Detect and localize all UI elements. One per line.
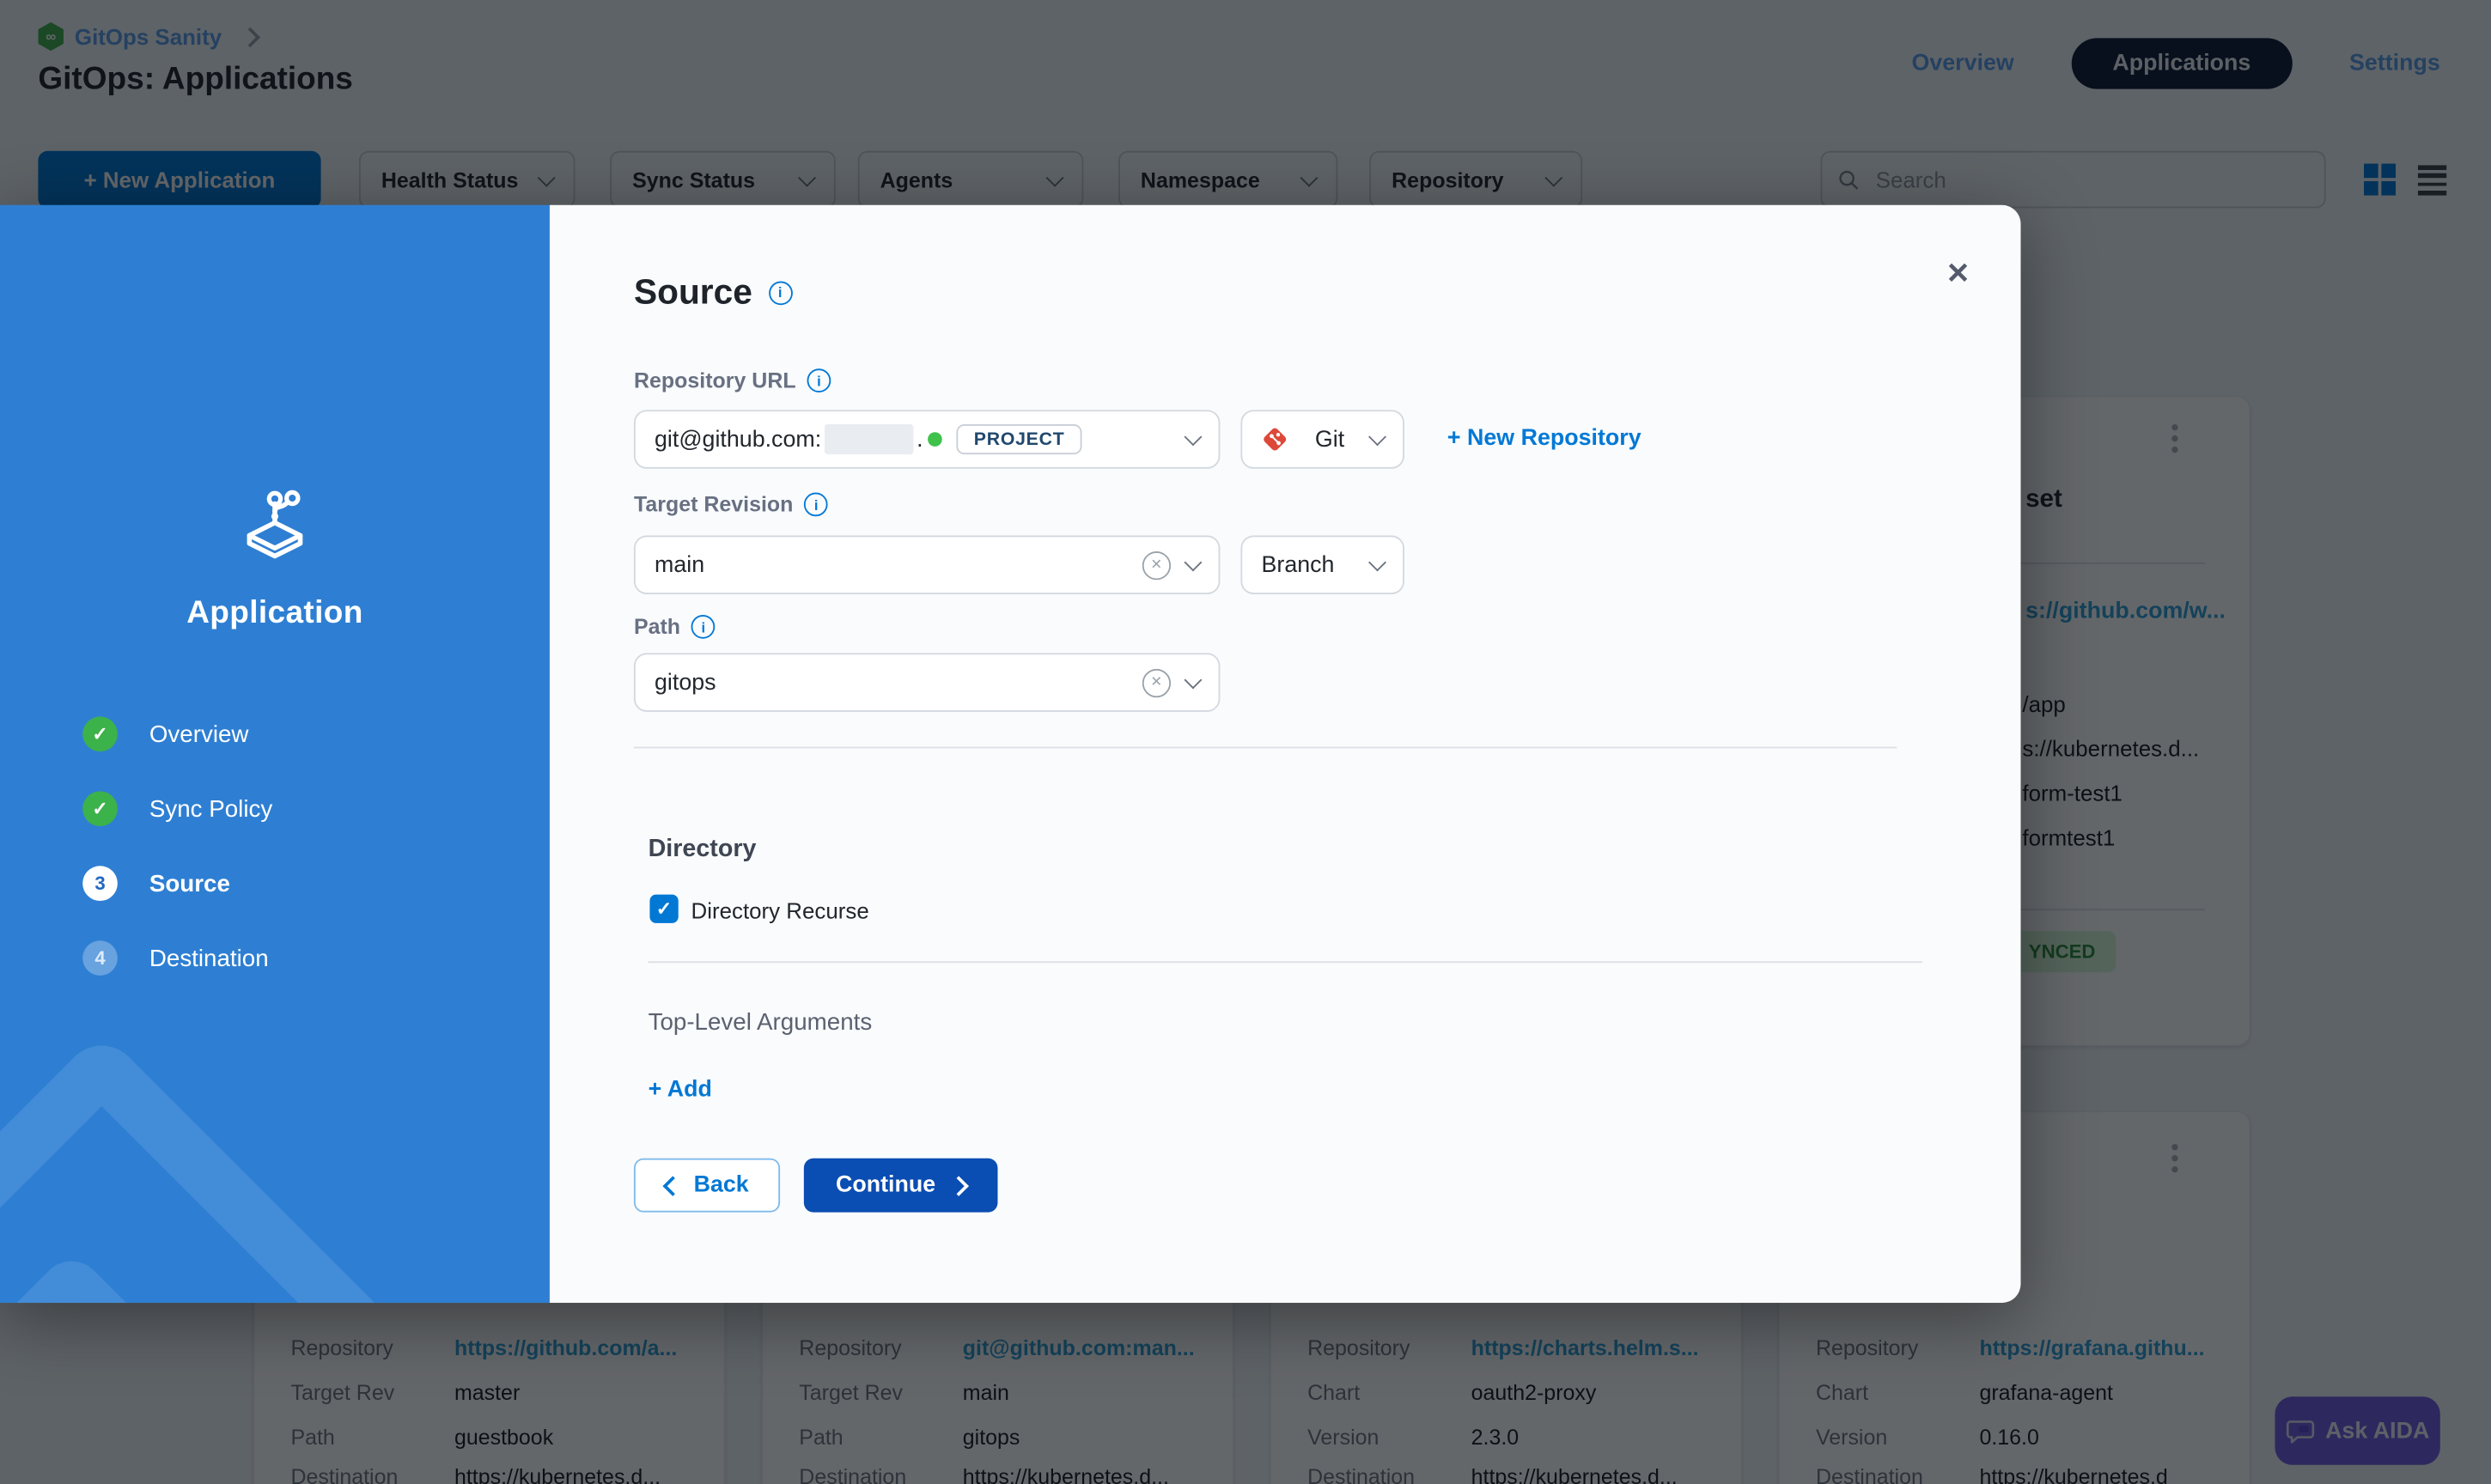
check-icon: ✓ [82,791,118,826]
target-revision-input[interactable]: main ✕ [634,535,1220,593]
screen: ∞ GitOps Sanity GitOps: Applications Ove… [0,0,2491,1484]
chevron-down-icon[interactable] [1185,553,1203,571]
panel-title-row: Source i [634,271,792,313]
wizard-step-overview[interactable]: ✓ Overview [82,716,248,751]
wizard-step-sync-policy[interactable]: ✓ Sync Policy [82,791,272,826]
new-application-wizard: Application ✓ Overview ✓ Sync Policy 3 S… [0,205,2021,1303]
chevron-down-icon [1368,428,1386,446]
revision-type-select[interactable]: Branch [1240,535,1404,593]
repository-url-label-row: Repository URL i [634,368,831,392]
close-icon[interactable]: ✕ [1946,259,1970,288]
info-icon[interactable]: i [807,368,831,392]
wizard-source-panel: Source i ✕ Repository URL i git@github.c… [550,205,2021,1303]
step-number-badge: 3 [82,866,118,901]
wizard-step-source-active[interactable]: 3 Source [82,866,230,901]
chevron-down-icon[interactable] [1185,428,1203,446]
target-revision-label-row: Target Revision i [634,493,828,517]
clear-icon[interactable]: ✕ [1142,550,1171,579]
step-number-badge: 4 [82,940,118,976]
path-input[interactable]: gitops ✕ [634,653,1220,711]
directory-heading: Directory [649,836,757,864]
project-scope-badge: PROJECT [956,424,1081,454]
section-divider [649,961,1922,963]
wizard-step-destination[interactable]: 4 Destination [82,940,268,976]
add-argument-link[interactable]: + Add [649,1077,712,1103]
chevron-left-icon [662,1175,683,1195]
section-divider [634,747,1897,749]
directory-recurse-label: Directory Recurse [691,897,869,923]
clear-icon[interactable]: ✕ [1142,668,1171,696]
connection-type-select[interactable]: Git [1240,410,1404,468]
chevron-right-icon [948,1175,969,1195]
application-icon [234,484,316,567]
chevron-down-icon[interactable] [1185,671,1203,689]
directory-recurse-checkbox[interactable]: ✓ [649,895,678,923]
info-icon[interactable]: i [691,615,716,639]
check-icon: ✓ [82,716,118,751]
panel-title: Source [634,271,752,313]
wizard-title: Application [0,596,550,633]
redacted-text-block [825,424,914,454]
path-label-row: Path i [634,615,716,639]
top-level-arguments-heading: Top-Level Arguments [649,1009,873,1036]
connected-status-dot [928,432,942,447]
continue-button[interactable]: Continue [804,1159,998,1213]
chevron-down-icon [1368,553,1386,571]
wizard-sidebar: Application ✓ Overview ✓ Sync Policy 3 S… [0,205,550,1303]
back-button[interactable]: Back [634,1159,780,1213]
new-repository-link[interactable]: + New Repository [1447,426,1641,452]
repository-url-input[interactable]: git@github.com: . PROJECT [634,410,1220,468]
info-icon[interactable]: i [804,493,828,517]
info-icon[interactable]: i [768,281,792,305]
git-icon [1261,426,1288,453]
